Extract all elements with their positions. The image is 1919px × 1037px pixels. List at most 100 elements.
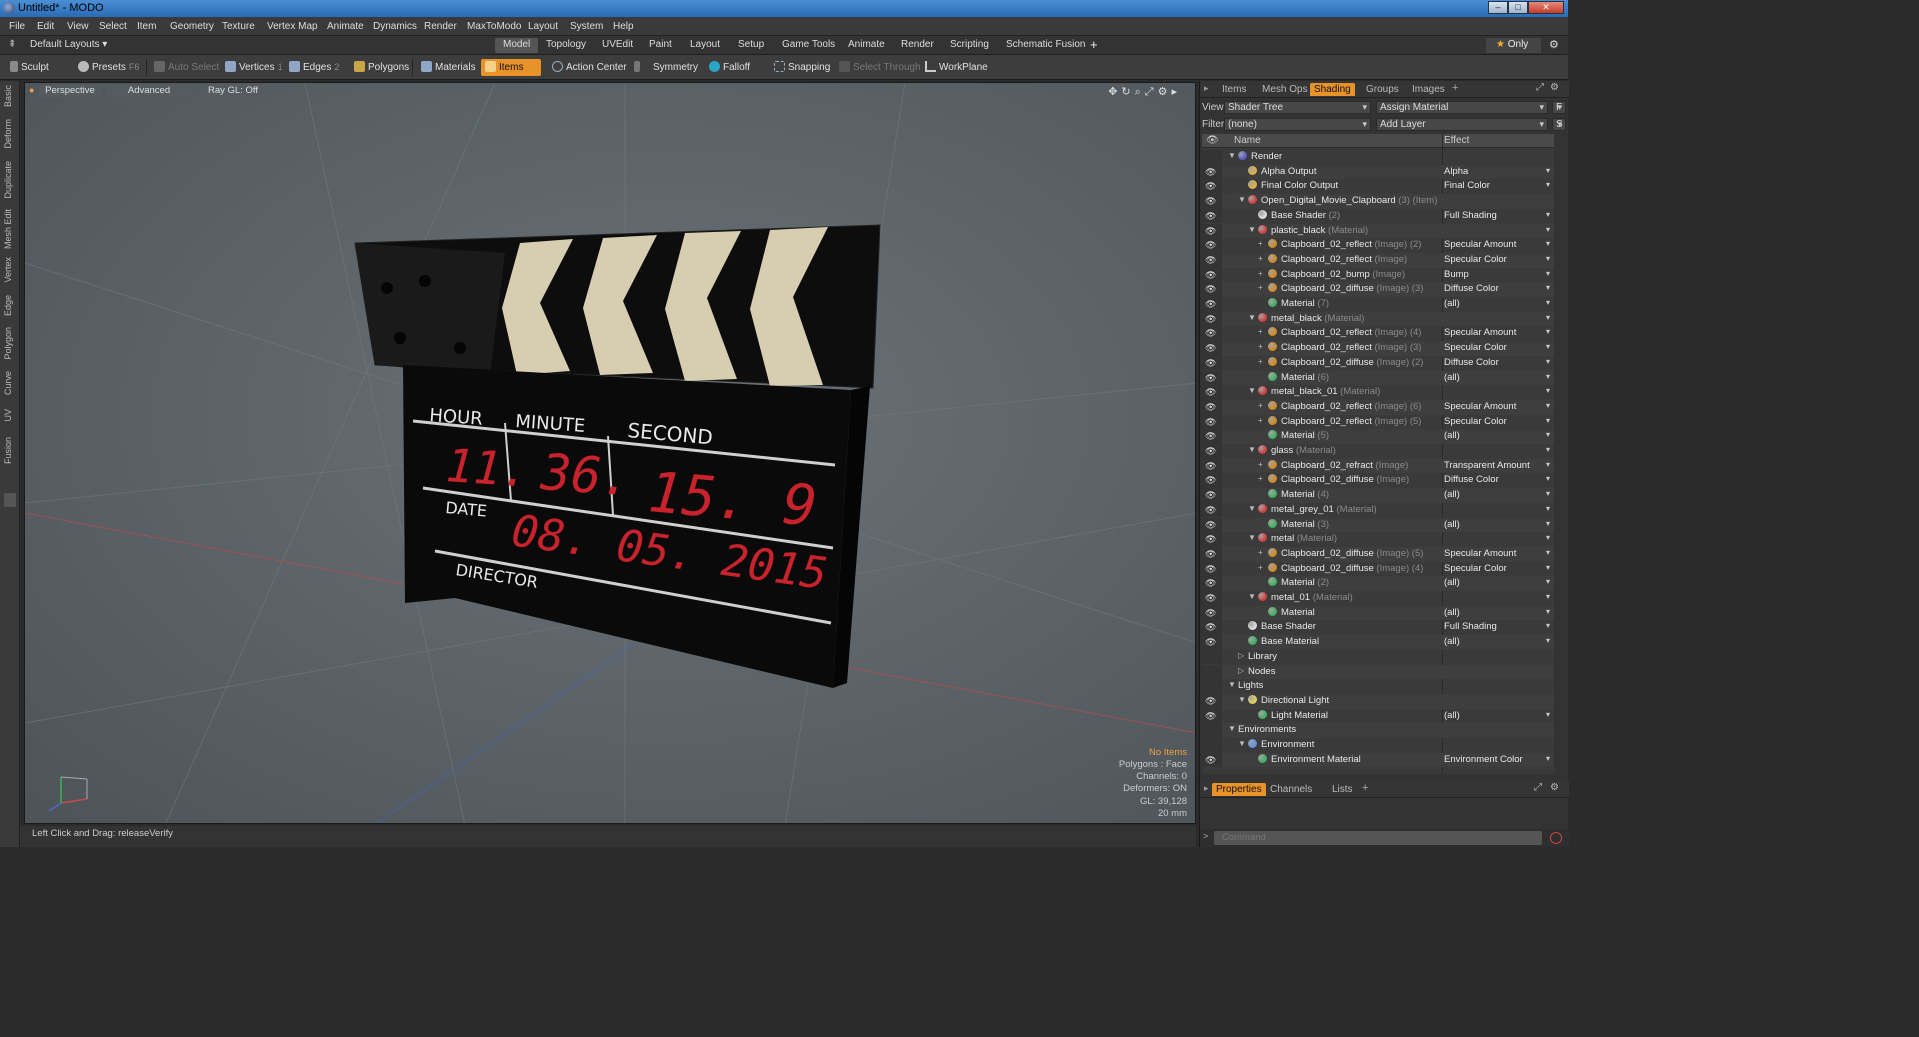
tab-uv[interactable]: UV (3, 409, 13, 422)
menu-layout[interactable]: Layout (528, 21, 558, 32)
close-button[interactable]: ✕ (1528, 1, 1564, 14)
eye-icon[interactable]: 👁 (1205, 226, 1217, 236)
f-button[interactable]: F (1552, 101, 1566, 114)
effect-dropdown-icon[interactable]: ▾ (1546, 372, 1550, 381)
tab-fusion[interactable]: Fusion (3, 437, 13, 464)
tab-duplicate[interactable]: Duplicate (3, 161, 13, 199)
minimize-button[interactable]: – (1488, 1, 1508, 14)
view-select[interactable]: Shader Tree (1224, 101, 1371, 114)
shader-tree-row[interactable]: 👁 Material (5) (all) ▾ (1202, 429, 1554, 444)
shader-tree-row[interactable]: 👁 ▼ Directional Light (1202, 693, 1554, 709)
effect-dropdown-icon[interactable]: ▾ (1546, 460, 1550, 469)
shader-tree-row[interactable]: ▼ Environment (1202, 738, 1554, 753)
shader-tree-row[interactable]: 👁 ▼ glass (Material) ▾ (1202, 444, 1554, 459)
shader-tree-row[interactable]: 👁 ▼ plastic_black (Material) ▾ (1202, 223, 1554, 239)
tab-shading[interactable]: Shading (1310, 83, 1355, 96)
menu-file[interactable]: File (9, 21, 25, 32)
eye-icon[interactable]: 👁 (1205, 622, 1217, 632)
effect-dropdown-icon[interactable]: ▾ (1546, 533, 1550, 542)
eye-icon[interactable]: 👁 (1205, 490, 1217, 500)
effect-dropdown-icon[interactable]: ▾ (1546, 342, 1550, 351)
polygons-button[interactable]: Polygons (350, 59, 413, 76)
tab-groups[interactable]: Groups (1362, 83, 1403, 96)
effect-dropdown-icon[interactable]: ▾ (1546, 563, 1550, 572)
tab-mesh-ops[interactable]: Mesh Ops (1258, 83, 1312, 96)
menu-view[interactable]: View (67, 21, 89, 32)
shader-tree-row[interactable]: 👁 Base Shader (2) Full Shading ▾ (1202, 208, 1554, 224)
eye-icon[interactable]: 👁 (1205, 461, 1217, 471)
visibility-cell[interactable] (1202, 679, 1222, 694)
tree-item-effect[interactable]: Specular Color (1444, 342, 1507, 353)
menu-item[interactable]: Item (137, 21, 156, 32)
maximize-button[interactable]: □ (1508, 1, 1528, 14)
shader-tree-row[interactable]: 👁 ▼ Open_Digital_Movie_Clapboard (3) (Item… (1202, 194, 1554, 209)
expand-plus-icon[interactable]: + (1258, 416, 1263, 425)
bottom-expand-icon[interactable]: ⤢ (1534, 782, 1542, 793)
tab-properties[interactable]: Properties (1212, 783, 1266, 796)
menu-render[interactable]: Render (424, 21, 457, 32)
tab-paint[interactable]: Paint (641, 38, 680, 53)
name-column-header[interactable]: Name (1234, 135, 1261, 146)
layout-selector[interactable]: Default Layouts ▾ (30, 39, 107, 50)
shader-tree-row[interactable]: 👁 Final Color Output Final Color ▾ (1202, 179, 1554, 195)
shader-tree-row[interactable]: 👁 + Clapboard_02_diffuse (Image) (3) Diffus… (1202, 282, 1554, 297)
tree-item-effect[interactable]: (all) (1444, 607, 1460, 618)
effect-dropdown-icon[interactable]: ▾ (1546, 166, 1550, 175)
expand-triangle-icon[interactable]: ▼ (1248, 313, 1256, 322)
effect-dropdown-icon[interactable]: ▾ (1546, 225, 1550, 234)
tab-polygon[interactable]: Polygon (3, 327, 13, 360)
tab-mesh-edit[interactable]: Mesh Edit (3, 209, 13, 249)
symmetry-button[interactable]: Symmetry (630, 59, 702, 76)
shader-tree-row[interactable]: 👁 Material (3) (all) ▾ (1202, 517, 1554, 533)
shader-tree-row[interactable]: 👁 Material (6) (all) ▾ (1202, 370, 1554, 386)
tab-model[interactable]: Model (495, 38, 539, 53)
edges-button[interactable]: Edges 2 (285, 59, 343, 76)
expand-plus-icon[interactable]: + (1258, 401, 1263, 410)
eye-icon[interactable]: 👁 (1205, 328, 1217, 338)
effect-dropdown-icon[interactable]: ▾ (1546, 239, 1550, 248)
expand-plus-icon[interactable]: + (1258, 474, 1263, 483)
only-toggle[interactable]: ★ Only (1486, 38, 1541, 53)
shader-tree-row[interactable]: 👁 Environment Material Environment Color ▾ (1202, 752, 1554, 768)
eye-icon[interactable]: 👁 (1205, 564, 1217, 574)
eye-icon[interactable]: 👁 (1205, 446, 1217, 456)
shader-tree-row[interactable]: 👁 + Clapboard_02_reflect (Image) (5) Specul… (1202, 414, 1554, 430)
bottom-gear-icon[interactable]: ⚙ (1550, 782, 1559, 793)
eye-icon[interactable]: 👁 (1205, 196, 1217, 206)
tree-item-effect[interactable]: (all) (1444, 577, 1460, 588)
eye-icon[interactable]: 👁 (1205, 696, 1217, 706)
menu-select[interactable]: Select (99, 21, 127, 32)
shader-tree-row[interactable]: 👁 Base Material (all) ▾ (1202, 635, 1554, 650)
effect-dropdown-icon[interactable]: ▾ (1546, 519, 1550, 528)
tree-item-effect[interactable]: Diffuse Color (1444, 283, 1499, 294)
shader-tree-row[interactable]: 👁 + Clapboard_02_reflect (Image) Specular C… (1202, 252, 1554, 268)
eye-icon[interactable]: 👁 (1205, 578, 1217, 588)
gear-icon[interactable]: ⚙ (1549, 38, 1559, 51)
expand-triangle-icon[interactable]: ▼ (1248, 386, 1256, 395)
shader-tree-row[interactable]: 👁 + Clapboard_02_reflect (Image) (2) Specul… (1202, 238, 1554, 253)
shader-tree-row[interactable]: ▷ Library (1202, 649, 1554, 665)
expand-plus-icon[interactable]: + (1258, 563, 1263, 572)
menu-help[interactable]: Help (613, 21, 634, 32)
tab-setup[interactable]: Setup (730, 38, 772, 53)
tree-item-effect[interactable]: (all) (1444, 489, 1460, 500)
shader-tree-row[interactable]: ▷ Nodes (1202, 664, 1554, 680)
eye-icon[interactable]: 👁 (1205, 520, 1217, 530)
effect-dropdown-icon[interactable]: ▾ (1546, 621, 1550, 630)
visibility-cell[interactable] (1202, 738, 1222, 753)
eye-icon[interactable]: 👁 (1205, 358, 1217, 368)
action-center-button[interactable]: Action Center (548, 59, 631, 76)
expand-triangle-icon[interactable]: ▼ (1238, 195, 1246, 204)
shader-tree-row[interactable]: 👁 Alpha Output Alpha ▾ (1202, 164, 1554, 180)
eye-icon[interactable]: 👁 (1205, 475, 1217, 485)
effect-dropdown-icon[interactable]: ▾ (1546, 607, 1550, 616)
shader-tree-row[interactable]: 👁 + Clapboard_02_reflect (Image) (3) Specul… (1202, 341, 1554, 356)
expand-plus-icon[interactable]: + (1258, 283, 1263, 292)
tree-item-effect[interactable]: Specular Color (1444, 254, 1507, 265)
expand-triangle-icon[interactable]: ▼ (1228, 680, 1236, 689)
tree-item-effect[interactable]: Specular Color (1444, 563, 1507, 574)
tree-item-effect[interactable]: Specular Amount (1444, 548, 1516, 559)
shader-tree-row[interactable]: ▼ Environments (1202, 723, 1554, 738)
viewport-nav-icons[interactable]: ✥↻⌕⤢⚙▸ (1108, 85, 1181, 99)
shader-tree-row[interactable]: 👁 Material (4) (all) ▾ (1202, 488, 1554, 503)
